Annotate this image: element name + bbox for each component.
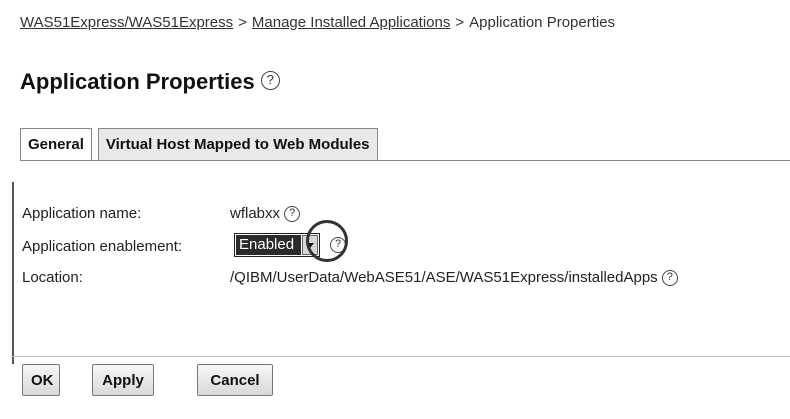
tab-divider: [20, 160, 790, 161]
app-name-text: wflabxx: [230, 205, 281, 222]
chevron-down-icon[interactable]: [302, 235, 318, 255]
apply-button[interactable]: Apply: [92, 364, 154, 396]
app-enablement-label: Application enablement:: [22, 238, 183, 255]
breadcrumb-separator: >: [238, 14, 247, 31]
content-left-border: [12, 182, 14, 364]
tab-general[interactable]: General: [20, 128, 92, 161]
help-icon[interactable]: ?: [661, 270, 678, 287]
breadcrumb-link-server[interactable]: WAS51Express/WAS51Express: [20, 14, 233, 31]
breadcrumb-current: Application Properties: [469, 14, 616, 31]
ok-button[interactable]: OK: [22, 364, 60, 396]
tab-bar: General Virtual Host Mapped to Web Modul…: [20, 128, 378, 161]
location-text: /QIBM/UserData/WebASE51/ASE/WAS51Express…: [230, 269, 658, 286]
app-name-label: Application name:: [22, 205, 142, 222]
help-icon[interactable]: ?: [284, 206, 301, 223]
page-title-text: Application Properties: [20, 69, 255, 94]
help-icon[interactable]: ?: [330, 237, 346, 253]
tab-virtual-host-mapping[interactable]: Virtual Host Mapped to Web Modules: [97, 128, 378, 161]
app-enablement-selected: Enabled: [236, 235, 301, 255]
breadcrumb-link-manage-apps[interactable]: Manage Installed Applications: [252, 14, 450, 31]
breadcrumb: WAS51Express/WAS51Express > Manage Install…: [20, 14, 615, 31]
location-label: Location:: [22, 269, 83, 286]
application-properties-page: WAS51Express/WAS51Express > Manage Install…: [0, 0, 790, 419]
page-title: Application Properties?: [20, 69, 280, 95]
app-enablement-select[interactable]: Enabled: [234, 233, 320, 257]
app-name-value: wflabxx ?: [230, 205, 301, 223]
cancel-button[interactable]: Cancel: [197, 364, 273, 396]
button-bar-divider: [12, 356, 790, 357]
help-icon[interactable]: ?: [260, 70, 280, 90]
app-enablement-control: Enabled ?: [234, 233, 346, 257]
breadcrumb-separator: >: [455, 14, 465, 31]
location-value: /QIBM/UserData/WebASE51/ASE/WAS51Express…: [230, 269, 678, 287]
